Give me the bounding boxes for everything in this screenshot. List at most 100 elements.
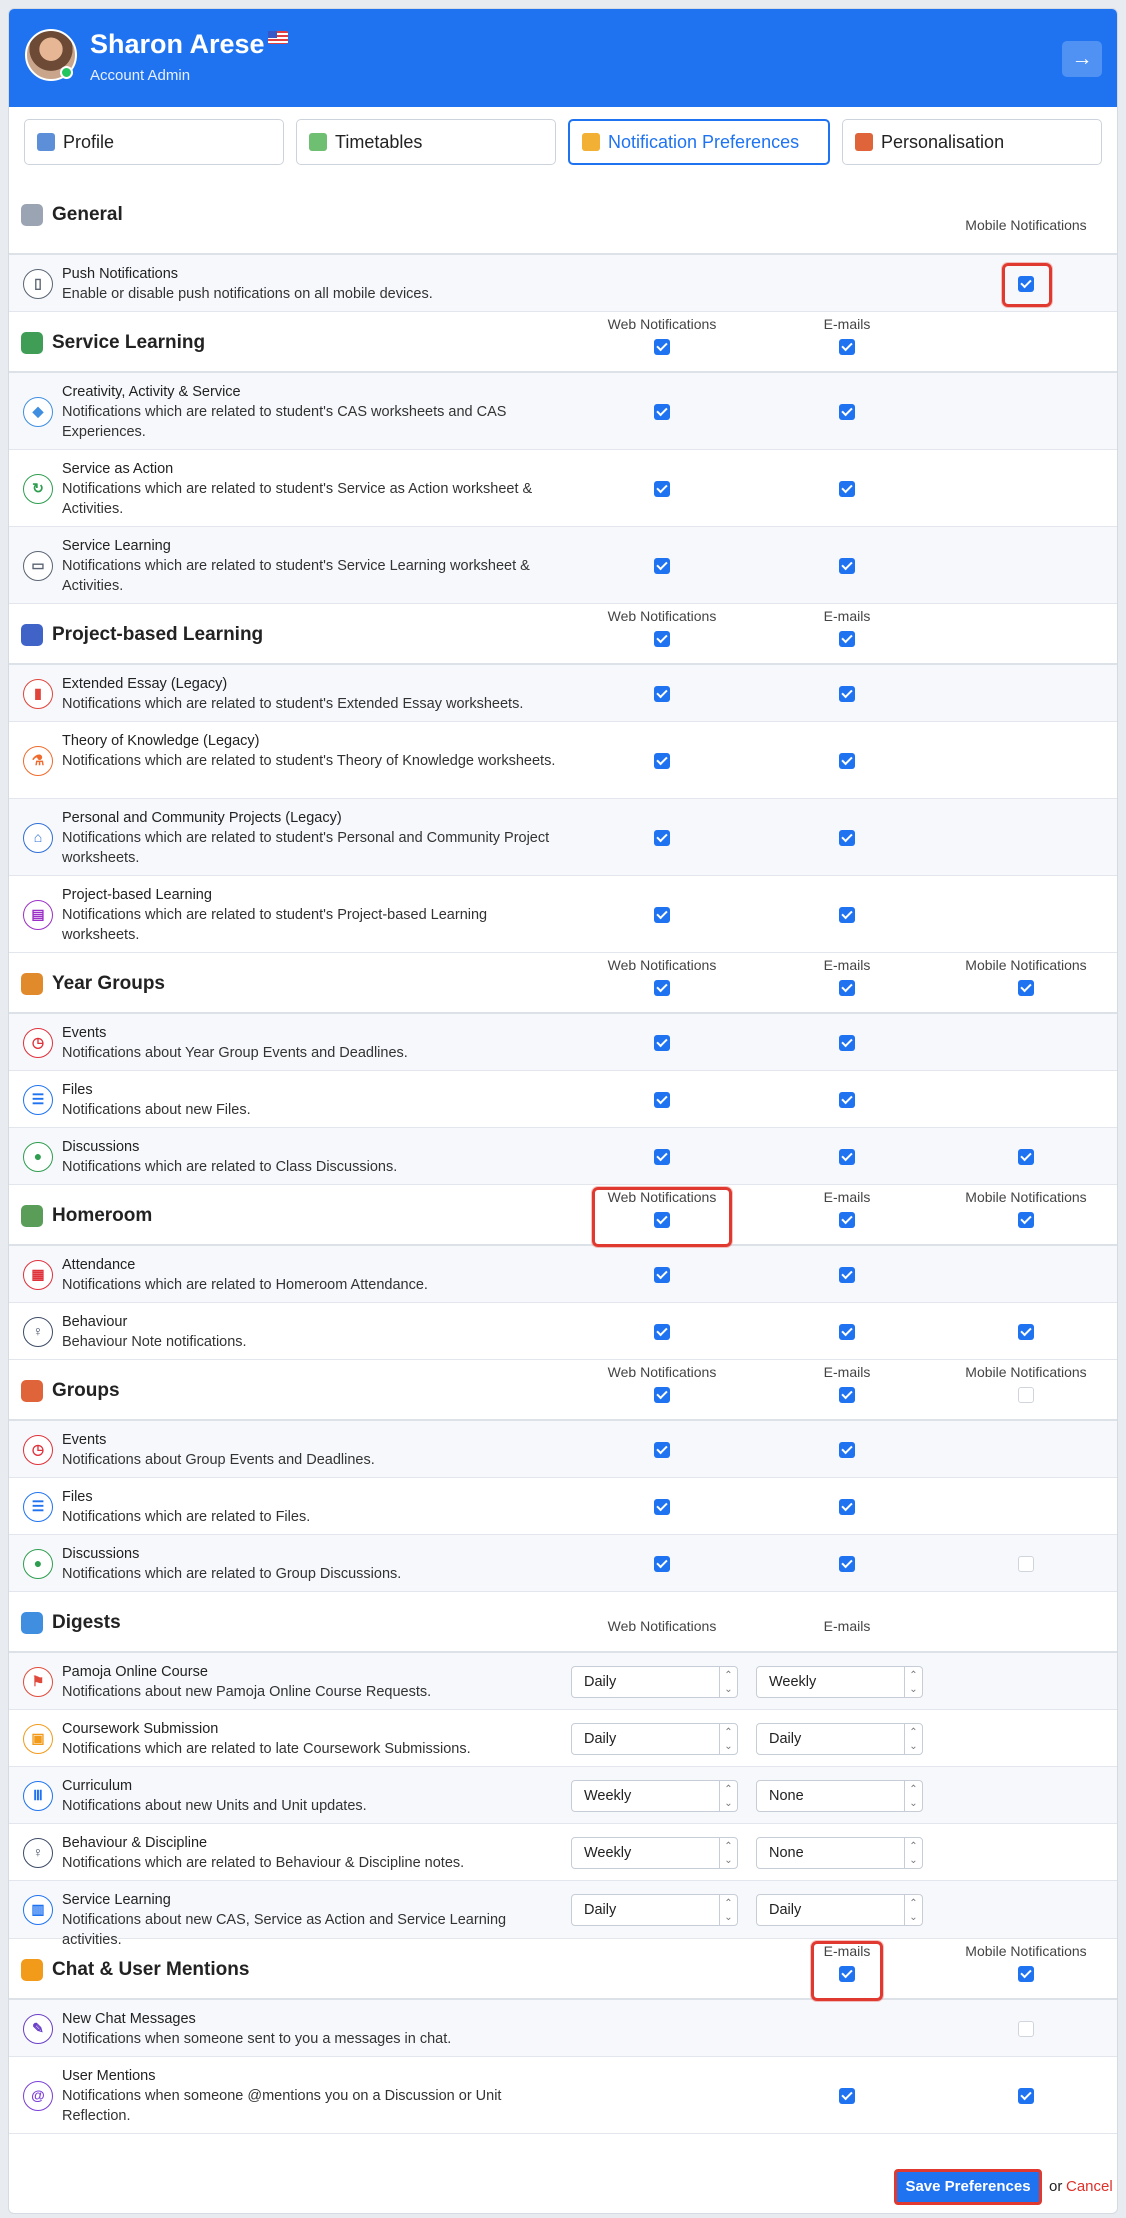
digest-select-web[interactable]: Weekly ⌃ ⌄ (571, 1836, 738, 1869)
tab-timetables[interactable]: Timetables (296, 119, 556, 165)
tab-personalisation[interactable]: Personalisation (842, 119, 1102, 165)
notification-icon (582, 133, 600, 151)
section-title-text: Chat & User Mentions (52, 1959, 250, 1980)
flag-icon: ⚑ (23, 1666, 53, 1697)
digest-select-email[interactable]: None ⌃ ⌄ (756, 1779, 923, 1812)
checkbox-email[interactable] (839, 1441, 855, 1458)
header-checkbox-mobile[interactable] (1018, 1966, 1034, 1982)
digest-select-email[interactable]: Daily ⌃ ⌄ (756, 1722, 923, 1755)
section-title-text: Year Groups (52, 973, 165, 994)
row-text: Events Notifications about Group Events a… (62, 1430, 562, 1470)
header-checkbox-web[interactable] (654, 631, 670, 647)
header-checkbox-email[interactable] (839, 1387, 855, 1403)
digest-select-email[interactable]: None ⌃ ⌄ (756, 1836, 923, 1869)
checkbox-email[interactable] (839, 2087, 855, 2104)
tab-profile[interactable]: Profile (24, 119, 284, 165)
row-title: Coursework Submission (62, 1721, 219, 1737)
checkbox-web[interactable] (654, 1441, 670, 1458)
checkbox-email[interactable] (839, 685, 855, 702)
header-checkbox-email[interactable] (839, 980, 855, 996)
checkbox-email[interactable] (839, 1555, 855, 1572)
checkbox-web[interactable] (654, 1266, 670, 1283)
checkbox-web[interactable] (654, 557, 670, 574)
checkbox-web[interactable] (654, 1555, 670, 1572)
digest-select-email[interactable]: Weekly ⌃ ⌄ (756, 1665, 923, 1698)
checkbox-web[interactable] (654, 1034, 670, 1051)
header-checkbox-email[interactable] (839, 339, 855, 355)
header-checkbox-mobile[interactable] (1018, 1212, 1034, 1228)
checkbox-web[interactable] (654, 480, 670, 497)
checkbox-email[interactable] (839, 1266, 855, 1283)
cancel-link[interactable]: Cancel (1066, 2178, 1113, 2195)
notification-row: ⚑ Pamoja Online Course Notifications about… (9, 1653, 1117, 1710)
digest-select-web[interactable]: Daily ⌃ ⌄ (571, 1722, 738, 1755)
checkbox-email[interactable] (839, 829, 855, 846)
row-text: Service as Action Notifications which are… (62, 459, 562, 519)
checkbox-web[interactable] (654, 752, 670, 769)
row-text: Files Notifications which are related to … (62, 1487, 562, 1527)
section-project-based-learning: Project-based Learning Web Notifications E… (9, 604, 1117, 665)
header-checkbox-email[interactable] (839, 1212, 855, 1228)
section-title-text: Service Learning (52, 332, 206, 353)
edit-icon: ✎ (23, 2013, 53, 2044)
notification-row: ☰ Files Notifications which are related to… (9, 1478, 1117, 1535)
checkbox-mobile[interactable] (1018, 1148, 1034, 1165)
checkbox-email[interactable] (839, 752, 855, 769)
row-text: Pamoja Online Course Notifications about … (62, 1662, 562, 1702)
digest-select-web[interactable]: Daily ⌃ ⌄ (571, 1665, 738, 1698)
row-description: Notifications which are related to Class… (62, 1159, 398, 1175)
form-footer: Save Preferences or Cancel (9, 2169, 1117, 2213)
header-checkbox-email[interactable] (839, 631, 855, 647)
digest-select-web[interactable]: Daily ⌃ ⌄ (571, 1894, 738, 1926)
header-checkbox-web[interactable] (654, 339, 670, 355)
checkbox-mobile[interactable] (1018, 1323, 1034, 1340)
row-title: Extended Essay (Legacy) (62, 676, 228, 692)
header-checkbox-mobile[interactable] (1018, 1387, 1034, 1403)
checkbox-mobile[interactable] (1018, 2087, 1034, 2104)
online-status-icon (60, 66, 73, 79)
row-text: Events Notifications about Year Group Eve… (62, 1023, 562, 1063)
row-description: Notifications which are related to Homer… (62, 1277, 428, 1293)
digest-select-web[interactable]: Weekly ⌃ ⌄ (571, 1779, 738, 1812)
header-checkbox-mobile[interactable] (1018, 980, 1034, 996)
chevron-updown-icon: ⌃ ⌄ (904, 1895, 922, 1925)
checkbox-email[interactable] (839, 403, 855, 420)
select-value: Daily (584, 1730, 617, 1747)
checkbox-email[interactable] (839, 1091, 855, 1108)
building-icon: ⌂ (23, 822, 53, 853)
checkbox-web[interactable] (654, 1498, 670, 1515)
row-text: Attendance Notifications which are relate… (62, 1255, 562, 1295)
checkbox-mobile[interactable] (1018, 2020, 1034, 2037)
checkbox-email[interactable] (839, 906, 855, 923)
checkbox-mobile[interactable] (1018, 1555, 1034, 1572)
save-preferences-button[interactable]: Save Preferences (894, 2169, 1042, 2205)
section-title: Year Groups (21, 973, 165, 995)
notification-row: ☰ Files Notifications about new Files. (9, 1071, 1117, 1128)
checkbox-web[interactable] (654, 906, 670, 923)
row-title: Attendance (62, 1257, 136, 1273)
notification-row: ♀ Behaviour Behaviour Note notifications. (9, 1303, 1117, 1360)
checkbox-email[interactable] (839, 1323, 855, 1340)
tab-bar: Profile Timetables Notification Preference… (24, 119, 1102, 165)
checkbox-web[interactable] (654, 829, 670, 846)
checkbox-email[interactable] (839, 480, 855, 497)
header-checkbox-web[interactable] (654, 1387, 670, 1403)
row-text: Service Learning Notifications which are … (62, 536, 562, 596)
checkbox-web[interactable] (654, 1323, 670, 1340)
highlight-box (592, 1187, 732, 1247)
arrow-right-icon[interactable]: → (1062, 41, 1102, 77)
checkbox-web[interactable] (654, 685, 670, 702)
tab-notification-preferences[interactable]: Notification Preferences (568, 119, 830, 165)
tab-label: Profile (63, 131, 115, 152)
checkbox-web[interactable] (654, 403, 670, 420)
header-checkbox-web[interactable] (654, 980, 670, 996)
checkbox-email[interactable] (839, 1498, 855, 1515)
checkbox-web[interactable] (654, 1091, 670, 1108)
checkbox-web[interactable] (654, 1148, 670, 1165)
notification-row: ▭ Service Learning Notifications which are… (9, 527, 1117, 604)
row-text: Curriculum Notifications about new Units … (62, 1776, 562, 1816)
checkbox-email[interactable] (839, 557, 855, 574)
checkbox-email[interactable] (839, 1148, 855, 1165)
checkbox-email[interactable] (839, 1034, 855, 1051)
digest-select-email[interactable]: Daily ⌃ ⌄ (756, 1894, 923, 1926)
